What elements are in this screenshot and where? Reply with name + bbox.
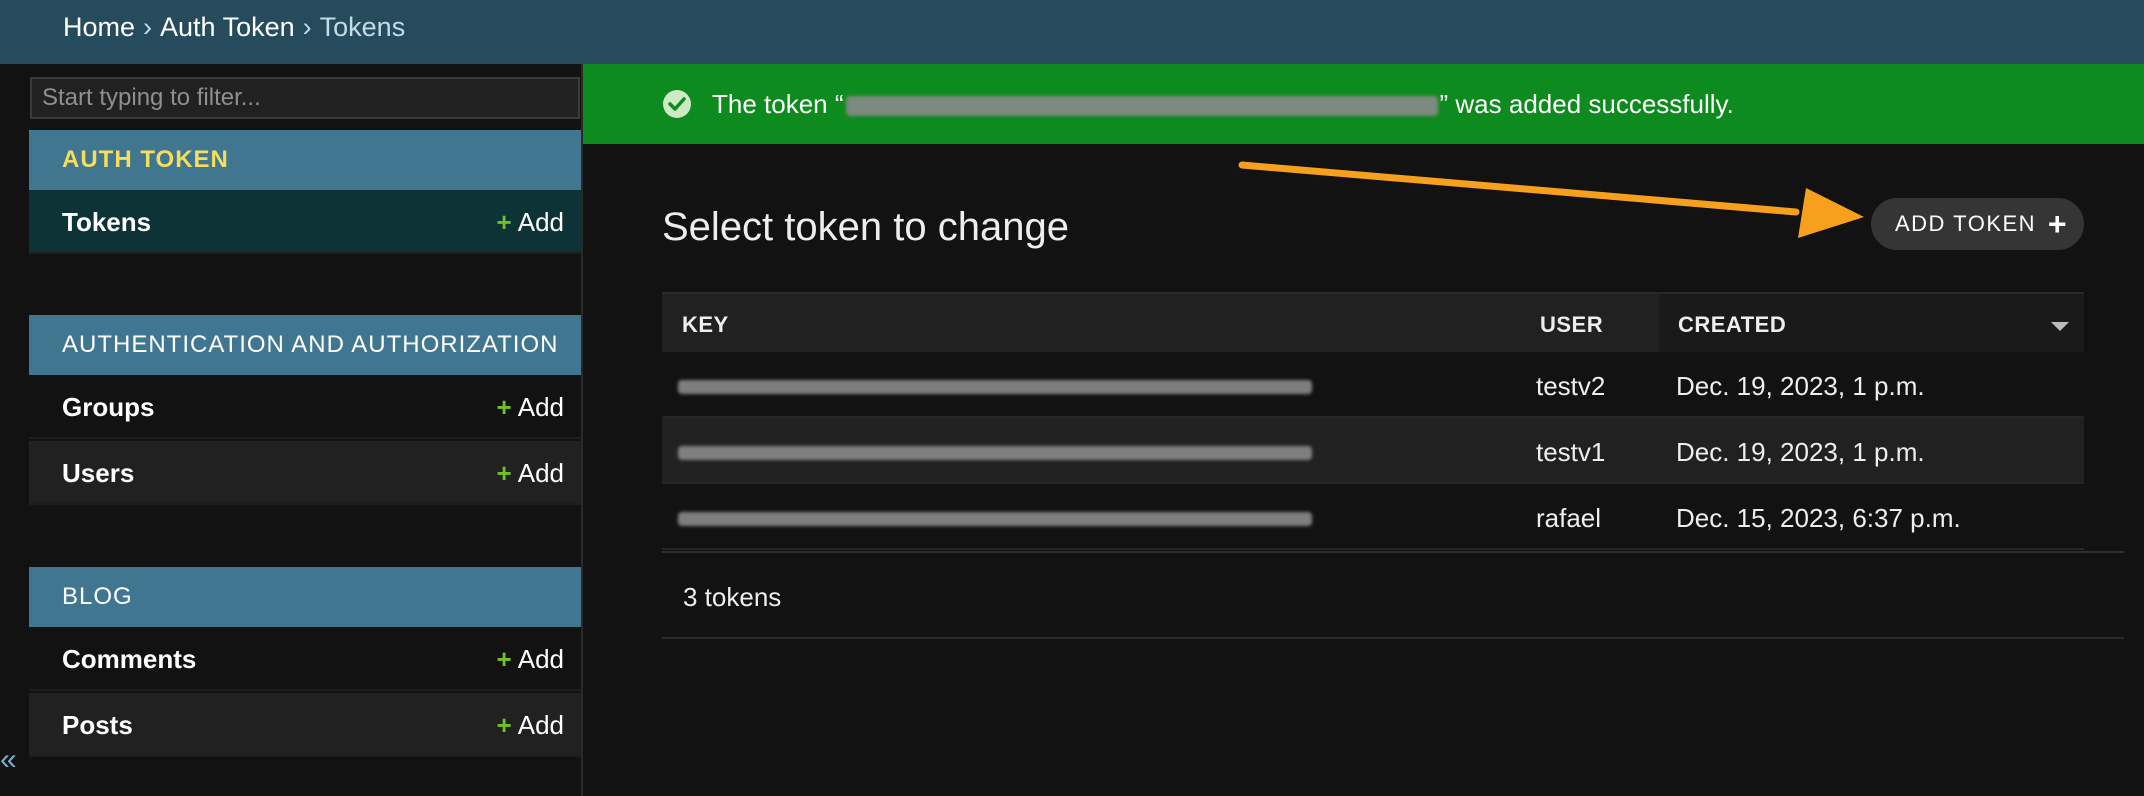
add-link-label: Add [517,392,564,422]
row-user: testv1 [1536,437,1606,467]
row-created: Dec. 19, 2023, 1 p.m. [1676,437,1925,467]
success-suffix: ” was added successfully. [1439,89,1734,119]
result-count: 3 tokens [683,582,782,612]
add-token-label: ADD TOKEN [1895,211,2037,236]
module-caption-authentication[interactable]: AUTHENTICATION AND AUTHORIZATION [29,315,581,375]
row-created: Dec. 19, 2023, 1 p.m. [1676,371,1925,401]
sidebar-item-label[interactable]: Tokens [62,207,151,238]
breadcrumb: Home › Auth Token › Tokens [63,12,405,43]
plus-icon: + [2047,206,2068,242]
add-plus-icon: + [496,392,512,422]
add-token-button[interactable]: ADD TOKEN + [1871,198,2084,250]
add-link-label: Add [517,458,564,488]
sidebar-item-comments[interactable]: Comments + Add [29,627,581,691]
redacted-key-link[interactable] [678,380,1312,394]
table-row: testv1 Dec. 19, 2023, 1 p.m. [662,418,2084,484]
paginator-divider [662,637,2124,639]
add-plus-icon: + [496,710,512,740]
table-row: rafael Dec. 15, 2023, 6:37 p.m. [662,484,2084,550]
add-plus-icon: + [496,207,512,237]
add-link-label: Add [517,644,564,674]
column-header-created[interactable]: CREATED [1678,312,1786,338]
table-bottom-border [662,551,2124,553]
add-link-label: Add [517,207,564,237]
sidebar-collapse-icon[interactable]: « [0,740,20,780]
breadcrumb-app-link[interactable]: Auth Token [160,12,295,42]
add-link-label: Add [517,710,564,740]
header-bar: Home › Auth Token › Tokens [0,0,2144,64]
row-user: rafael [1536,503,1602,533]
row-user: testv2 [1536,371,1606,401]
add-posts-link[interactable]: + Add [497,710,564,741]
breadcrumb-home-link[interactable]: Home [63,12,135,42]
sidebar-item-label[interactable]: Users [62,458,134,489]
column-header-key[interactable]: KEY [682,312,729,338]
sidebar-divider [581,64,583,796]
module-caption-auth-token[interactable]: AUTH TOKEN [29,130,581,190]
table-header: KEY USER CREATED [662,292,2084,352]
page-title: Select token to change [662,205,1069,249]
redacted-key-link[interactable] [678,512,1312,526]
sidebar-item-users[interactable]: Users + Add [29,441,581,505]
sidebar-nav: AUTH TOKEN Tokens +Add AUTHENTICATION AN… [29,64,581,796]
add-plus-icon: + [496,458,512,488]
sidebar-item-label[interactable]: Comments [62,644,196,675]
add-groups-link[interactable]: + Add [497,392,564,423]
redacted-token-key [845,96,1438,117]
success-prefix: The token “ [712,89,844,119]
sidebar-item-groups[interactable]: Groups + Add [29,375,581,439]
sidebar-filter-input[interactable] [30,77,580,119]
breadcrumb-separator: › [302,12,312,42]
redacted-key-link[interactable] [678,446,1312,460]
column-header-user[interactable]: USER [1540,312,1603,338]
add-plus-icon: + [496,644,512,674]
sidebar-item-label[interactable]: Groups [62,392,154,423]
sort-descending-icon[interactable] [2051,322,2069,331]
table-row: testv2 Dec. 19, 2023, 1 p.m. [662,352,2084,418]
breadcrumb-separator: › [143,12,153,42]
add-comments-link[interactable]: + Add [497,644,564,675]
breadcrumb-current: Tokens [319,12,406,42]
add-users-link[interactable]: + Add [497,458,564,489]
annotation-arrow-icon [1238,161,1864,238]
sidebar-item-tokens[interactable]: Tokens + Add [29,190,581,254]
success-message: The token “ ” was added successfully. [583,64,2144,144]
add-tokens-link[interactable]: + Add [497,207,564,238]
row-created: Dec. 15, 2023, 6:37 p.m. [1676,503,1961,533]
check-circle-icon [663,90,691,118]
sidebar-item-posts[interactable]: Posts + Add [29,693,581,757]
success-message-text: The token “ ” was added successfully. [712,89,1734,120]
module-caption-blog[interactable]: BLOG [29,567,581,627]
sidebar-item-label[interactable]: Posts [62,710,133,741]
